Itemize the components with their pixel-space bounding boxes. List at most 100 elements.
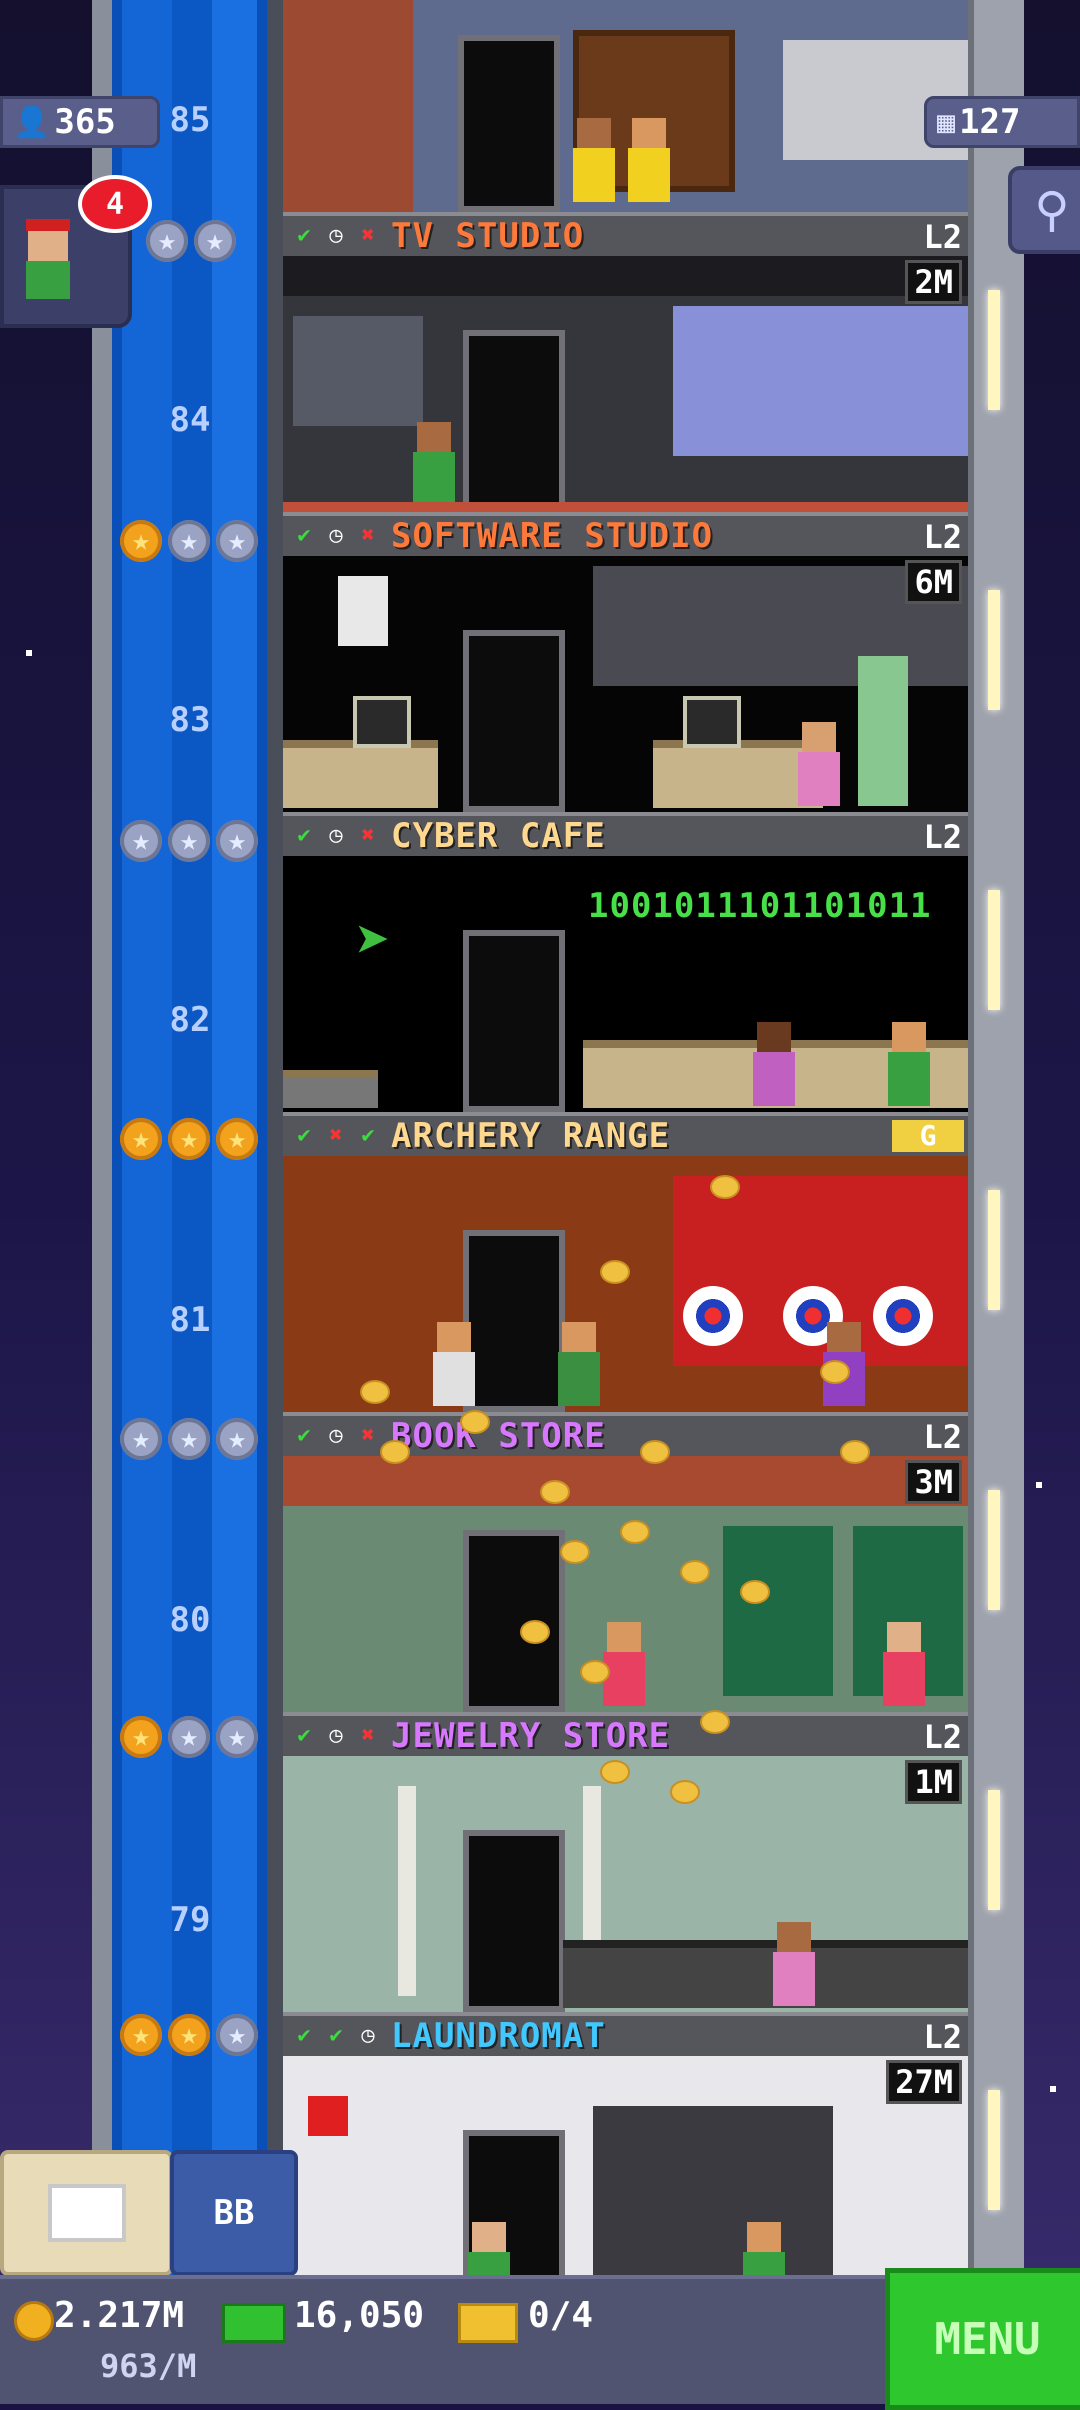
bitbook-label: BB	[213, 2193, 255, 2233]
check-icon: ✔	[297, 823, 311, 848]
coin-particle	[640, 1440, 670, 1464]
box-icon	[47, 2184, 126, 2242]
star-icon: ★	[168, 520, 210, 562]
check-icon: ✔	[297, 1123, 311, 1148]
sky-star	[1036, 1482, 1042, 1488]
floor-level: L2	[923, 518, 962, 556]
star-icon: ★	[120, 1118, 162, 1160]
star-icon: ★	[146, 220, 188, 262]
bux-balance: 16,050	[294, 2295, 425, 2336]
elevator-floor-number[interactable]: 81	[140, 1300, 240, 1340]
floor-85-tv-studio[interactable]: ✔ ◷ ✖ TV STUDIO L2 2M	[283, 212, 968, 512]
cross-icon: ✖	[361, 1723, 375, 1748]
floor-stars: ★ ★ ★	[120, 520, 258, 562]
coin-icon	[14, 2301, 54, 2341]
floor-level: L2	[923, 1718, 962, 1756]
floor-stars: ★ ★ ★	[120, 1118, 258, 1160]
star-icon: ★	[216, 520, 258, 562]
coin-particle	[710, 1175, 740, 1199]
floor-header: ✔ ◷ ✖ JEWELRY STORE L2	[283, 1712, 968, 1760]
cross-icon: ✖	[361, 223, 375, 248]
floor-stars: ★ ★	[146, 220, 236, 262]
floor-header: ✔ ◷ ✖ SOFTWARE STUDIO L2	[283, 512, 968, 560]
coin-balance: 2.217M	[54, 2295, 185, 2336]
cross-icon: ✖	[361, 1423, 375, 1448]
star-icon: ★	[168, 820, 210, 862]
floor-80-jewelry-store[interactable]: ✔ ◷ ✖ JEWELRY STORE L2 1M	[283, 1712, 968, 2012]
floor-name: TV STUDIO	[391, 216, 585, 256]
coin-particle	[560, 1540, 590, 1564]
elevator-floor-number[interactable]: 82	[140, 1000, 240, 1040]
sky-star	[26, 650, 32, 656]
star-icon: ★	[168, 2014, 210, 2056]
floor-count-value: 127	[959, 102, 1021, 142]
coin-particle	[820, 1360, 850, 1384]
star-icon: ★	[120, 2014, 162, 2056]
coin-particle	[620, 1520, 650, 1544]
elevator-floor-number[interactable]: 84	[140, 400, 240, 440]
check-icon: ✔	[297, 523, 311, 548]
floor-83-cyber-cafe[interactable]: ✔ ◷ ✖ CYBER CAFE L2 ➤ 1001011101101011	[283, 812, 968, 1112]
floor-name: ARCHERY RANGE	[391, 1116, 671, 1156]
avatar	[26, 219, 70, 299]
wall-light	[988, 2090, 1000, 2210]
check-icon: ✔	[297, 2023, 311, 2048]
floor-82-archery-range[interactable]: ✔ ✖ ✔ ARCHERY RANGE G	[283, 1112, 968, 1412]
coin-particle	[740, 1580, 770, 1604]
elevator-floor-number[interactable]: 83	[140, 700, 240, 740]
floor-79-laundromat[interactable]: ✔ ✔ ◷ LAUNDROMAT L2 27M	[283, 2012, 968, 2275]
coin-particle	[680, 1560, 710, 1584]
floor-name: SOFTWARE STUDIO	[391, 516, 714, 556]
floor-stars: ★ ★ ★	[120, 820, 258, 862]
coin-particle	[380, 1440, 410, 1464]
archery-target	[683, 1286, 743, 1346]
coin-particle	[600, 1760, 630, 1784]
bux-icon	[222, 2303, 286, 2343]
floor-header: ✔ ✔ ◷ LAUNDROMAT L2	[283, 2012, 968, 2060]
cross-icon: ✖	[329, 1123, 343, 1148]
floor-stars: ★ ★ ★	[120, 2014, 258, 2056]
star-icon: ★	[194, 220, 236, 262]
clock-icon: ◷	[329, 1723, 343, 1748]
sky-star	[1050, 2086, 1056, 2092]
coin-particle	[580, 1660, 610, 1684]
elevator-floor-number[interactable]: 80	[140, 1600, 240, 1640]
floor-level: L2	[923, 2018, 962, 2056]
star-icon: ★	[168, 1716, 210, 1758]
coin-particle	[700, 1710, 730, 1734]
cross-icon: ✖	[361, 823, 375, 848]
clock-icon: ◷	[361, 2023, 375, 2048]
ticket-icon	[458, 2303, 518, 2343]
floor-stars: ★ ★ ★	[120, 1716, 258, 1758]
search-button[interactable]: ⚲	[1008, 166, 1080, 254]
search-icon: ⚲	[1034, 182, 1070, 238]
menu-button[interactable]: MENU	[885, 2268, 1080, 2410]
floor-86-partial[interactable]	[283, 0, 968, 212]
check-icon: ✔	[297, 1423, 311, 1448]
elevator-floor-number[interactable]: 79	[140, 1900, 240, 1940]
floor-room	[283, 256, 968, 512]
floor-room	[283, 2056, 968, 2275]
floor-room	[283, 556, 968, 812]
floor-name: JEWELRY STORE	[391, 1716, 671, 1756]
coin-particle	[540, 1480, 570, 1504]
star-icon: ★	[216, 1118, 258, 1160]
floor-84-software-studio[interactable]: ✔ ◷ ✖ SOFTWARE STUDIO L2 6M	[283, 512, 968, 812]
population-counter[interactable]: 👤 365	[0, 96, 160, 148]
coin-particle	[360, 1380, 390, 1404]
wall-light	[988, 890, 1000, 1010]
coin-rate: 963/M	[100, 2347, 197, 2385]
wall-light	[988, 590, 1000, 710]
coin-particle	[670, 1780, 700, 1804]
wall-light	[988, 1490, 1000, 1610]
building-icon: ▦	[937, 104, 956, 140]
floor-counter[interactable]: ▦ 127	[924, 96, 1080, 148]
coin-particle	[600, 1260, 630, 1284]
bitbook-button[interactable]: BB	[170, 2150, 298, 2276]
notification-badge[interactable]: 4	[78, 175, 152, 233]
coin-particle	[840, 1440, 870, 1464]
clock-icon: ◷	[329, 523, 343, 548]
star-icon: ★	[120, 1716, 162, 1758]
inventory-box-button[interactable]	[0, 2150, 173, 2276]
income-timer: 6M	[905, 560, 962, 604]
